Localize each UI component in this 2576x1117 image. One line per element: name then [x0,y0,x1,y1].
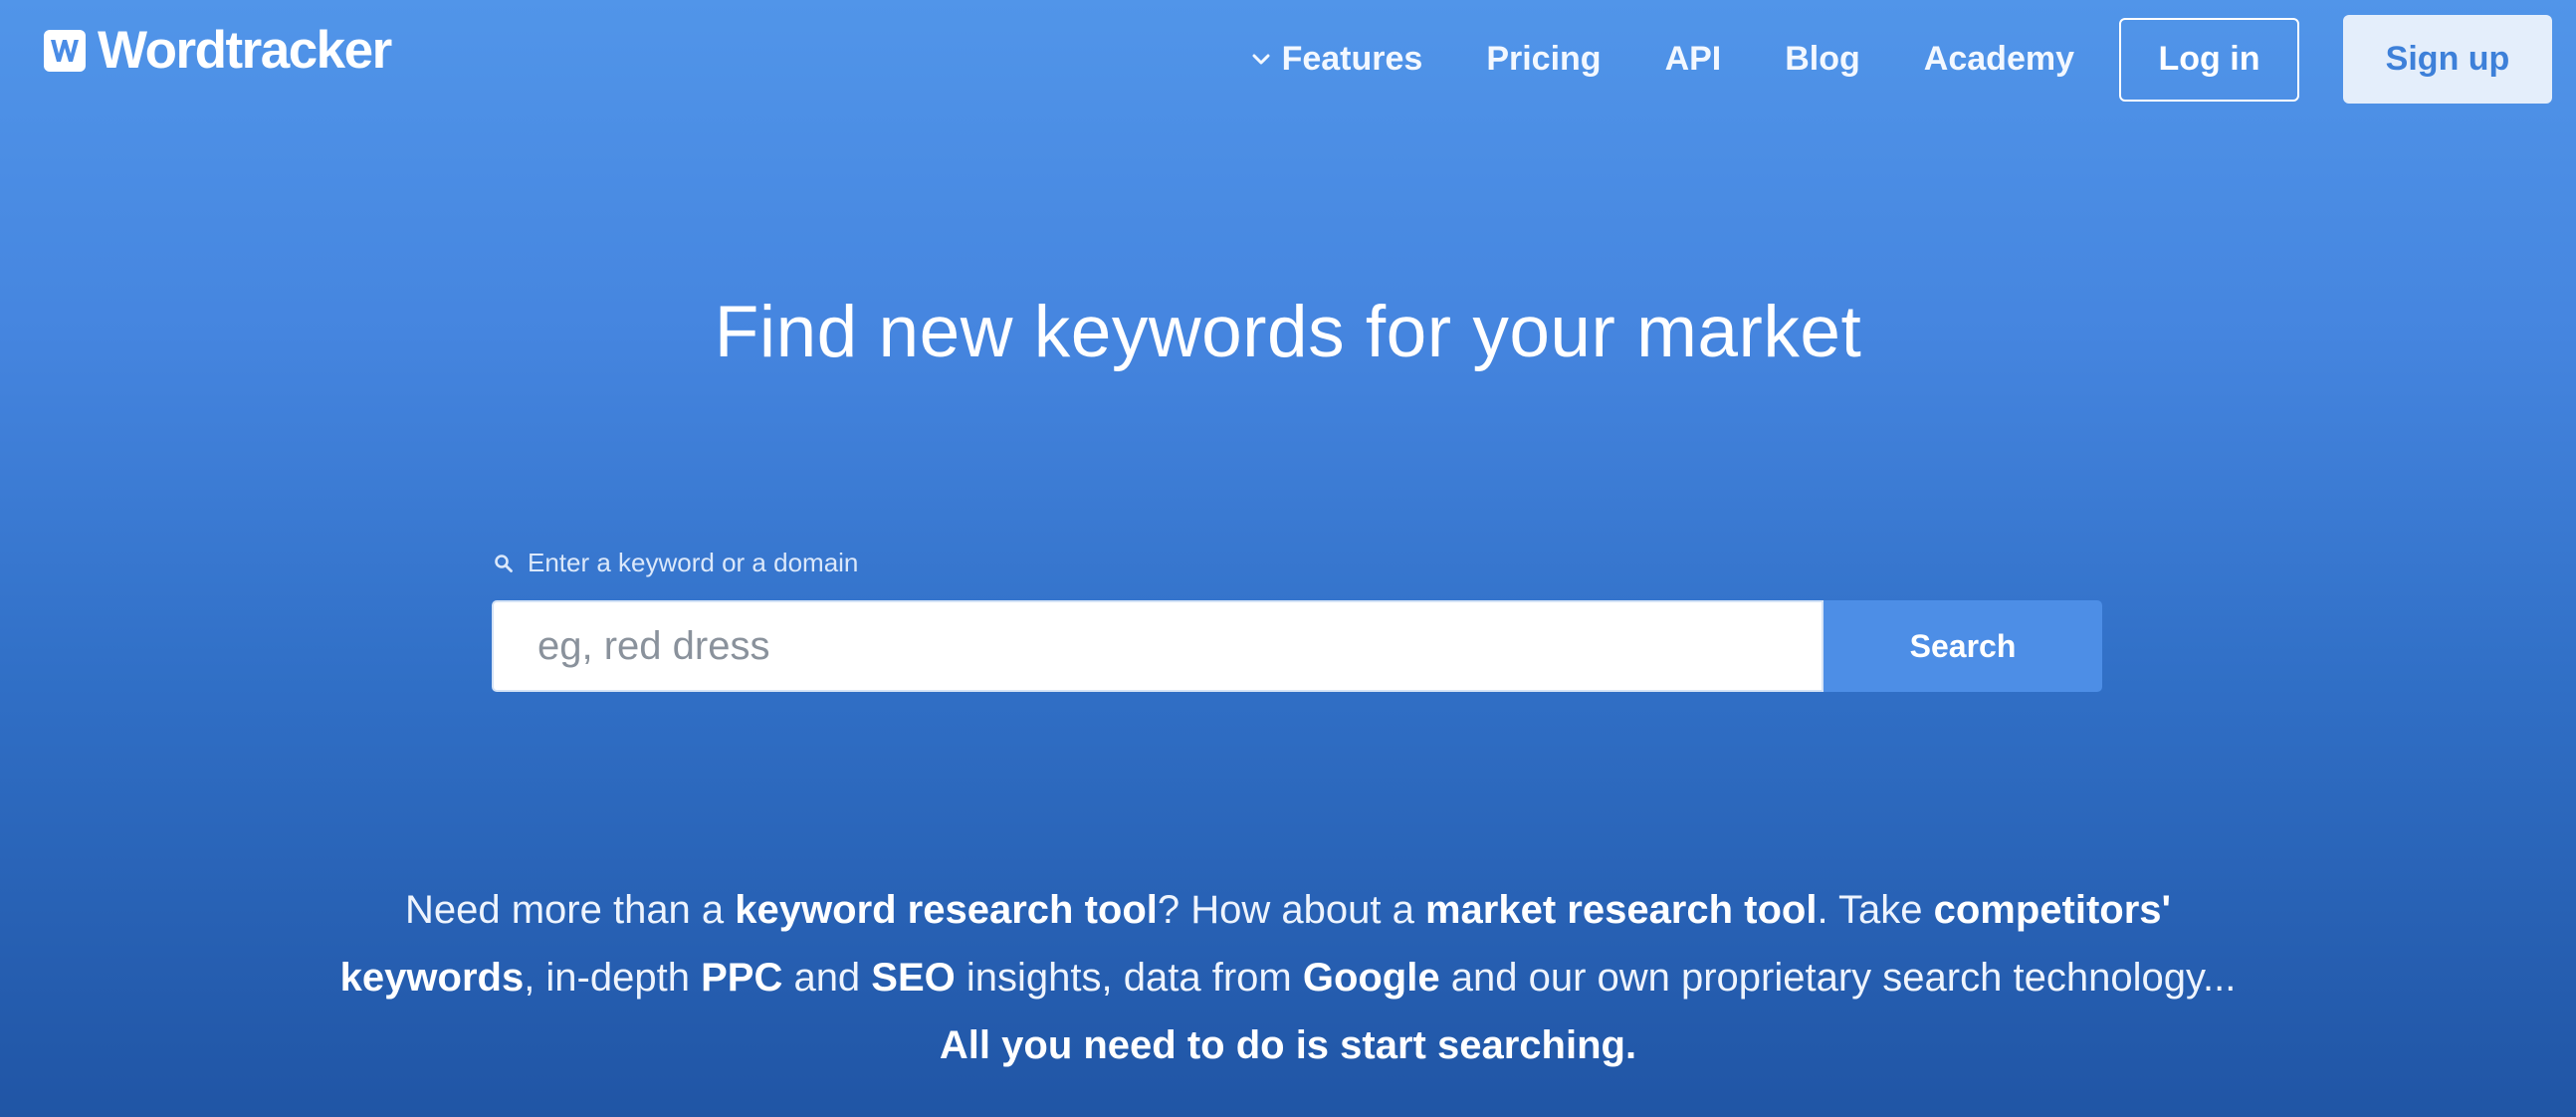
logo-text: Wordtracker [98,21,392,80]
blurb-text: , in-depth [524,956,702,1000]
wordtracker-logo-icon [44,29,86,72]
logo-w-glyph [51,39,79,62]
signup-button[interactable]: Sign up [2343,15,2552,104]
blurb-emphasis: keyword research tool [735,888,1158,932]
nav-pricing[interactable]: Pricing [1486,40,1601,79]
login-button[interactable]: Log in [2119,17,2299,102]
wordtracker-logo[interactable]: Wordtracker [44,21,392,80]
search-input[interactable] [492,600,1824,692]
search-label-text: Enter a keyword or a domain [528,548,859,577]
search-label: Enter a keyword or a domain [492,548,2102,578]
blurb-text: Need more than a [404,888,736,932]
search-row: Search [492,600,2102,692]
keyword-search-form: Enter a keyword or a domain Search [492,548,2102,692]
nav-blog[interactable]: Blog [1785,40,1860,79]
blurb-emphasis: market research tool [1424,888,1818,932]
nav-academy[interactable]: Academy [1924,40,2074,79]
blurb-emphasis: SEO [871,956,956,1000]
nav-features-label: Features [1281,40,1423,78]
page-title: Find new keywords for your market [714,292,1862,372]
blurb-text: and our own proprietary search technolog… [1439,956,2237,1000]
blurb-text: insights, data from [955,956,1303,1000]
chevron-down-icon [1252,54,1270,64]
intro-paragraph: Need more than a keyword research tool? … [328,876,2248,1079]
blurb-emphasis: Google [1302,956,1440,1000]
blurb-emphasis: PPC [701,956,783,1000]
blurb-text: . Take [1817,888,1934,932]
blurb-emphasis: All you need to do is start searching. [939,1023,1637,1067]
blurb-text: and [782,956,872,1000]
main-nav: Features Pricing API Blog Academy Log in… [1252,15,2552,104]
blurb-text: ? How about a [1157,888,1425,932]
nav-features[interactable]: Features [1252,40,1423,79]
nav-api[interactable]: API [1665,40,1722,79]
search-button[interactable]: Search [1824,600,2102,692]
search-icon [495,554,513,572]
